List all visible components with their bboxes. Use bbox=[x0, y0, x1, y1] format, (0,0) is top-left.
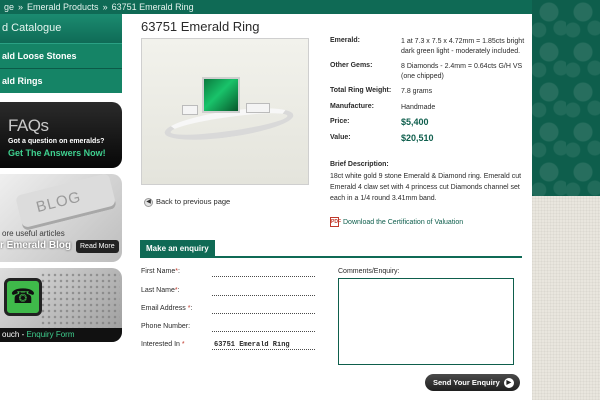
breadcrumb-separator: » bbox=[102, 2, 108, 12]
interested-in-input[interactable] bbox=[212, 341, 315, 350]
back-link-label: Back to previous page bbox=[156, 197, 231, 206]
breadcrumb-emerald-products[interactable]: Emerald Products bbox=[27, 2, 99, 12]
spec-value: 7.8 grams bbox=[401, 88, 433, 95]
phone-input[interactable] bbox=[212, 323, 315, 332]
spec-row-other-gems: Other Gems: 8 Diamonds - 2.4mm = 0.64cts… bbox=[330, 62, 525, 81]
breadcrumb-separator: » bbox=[18, 2, 24, 12]
blog-line-2: r Emerald Blog bbox=[0, 240, 72, 251]
enquiry-form-link[interactable]: Enquiry Form bbox=[26, 330, 74, 339]
ring-diamonds-right bbox=[246, 103, 270, 113]
contact-banner[interactable]: ☎ ouch - Enquiry Form bbox=[0, 268, 122, 342]
comments-label: Comments/Enquiry: bbox=[338, 268, 400, 275]
price-value: $5,400 bbox=[401, 117, 429, 127]
last-name-label: Last Name*: bbox=[141, 287, 180, 294]
product-photo[interactable] bbox=[141, 38, 309, 185]
faq-banner[interactable]: FAQs Got a question on emeralds? Get The… bbox=[0, 102, 122, 168]
catalogue-heading: d Catalogue bbox=[0, 14, 122, 43]
description-heading: Brief Description: bbox=[330, 161, 389, 168]
ring-diamonds-left bbox=[182, 105, 198, 115]
breadcrumb: ge» Emerald Products» 63751 Emerald Ring bbox=[0, 0, 532, 14]
first-name-input[interactable] bbox=[212, 268, 315, 277]
send-enquiry-button[interactable]: Send Your Enquiry ▶ bbox=[425, 374, 520, 391]
spec-row-emerald: Emerald: 1 at 7.3 x 7.5 x 4.72mm = 1.85c… bbox=[330, 37, 525, 56]
blog-key-text: BLOG bbox=[34, 188, 83, 217]
pdf-icon: PDF bbox=[330, 217, 341, 227]
comments-textarea[interactable] bbox=[338, 278, 514, 365]
blog-line-1: ore useful articles bbox=[2, 229, 65, 238]
phone-label: Phone Number: bbox=[141, 323, 191, 330]
first-name-label: First Name*: bbox=[141, 268, 180, 275]
sidebar-item-rings[interactable]: ald Rings bbox=[0, 68, 122, 93]
spec-label: Other Gems: bbox=[330, 62, 373, 69]
spec-label: Emerald: bbox=[330, 37, 360, 44]
spec-value: Handmade bbox=[401, 103, 436, 111]
emerald-stone bbox=[202, 77, 240, 113]
blog-banner[interactable]: BLOG ore useful articles r Emerald Blog … bbox=[0, 174, 122, 262]
certificate-link-label: Download the Certification of Valuation bbox=[343, 218, 464, 226]
spec-label: Manufacture: bbox=[330, 102, 374, 110]
spec-row-manufacture: Manufacture: Handmade bbox=[330, 103, 525, 113]
contact-strip: ouch - Enquiry Form bbox=[0, 328, 122, 342]
enquiry-heading: Make an enquiry bbox=[140, 240, 215, 257]
certificate-link[interactable]: PDF Download the Certification of Valuati… bbox=[330, 217, 463, 227]
read-more-button[interactable]: Read More bbox=[76, 240, 119, 253]
required-marker: * bbox=[187, 305, 191, 312]
send-enquiry-label: Send Your Enquiry bbox=[433, 378, 500, 387]
breadcrumb-home[interactable]: ge bbox=[4, 2, 14, 12]
faq-title: FAQs bbox=[8, 116, 49, 135]
sidebar: d Catalogue ald Loose Stones ald Rings bbox=[0, 14, 122, 93]
spec-row-weight: Total Ring Weight: 7.8 grams bbox=[330, 87, 525, 97]
keyboard-key-icon: BLOG bbox=[15, 174, 117, 232]
email-input[interactable] bbox=[212, 305, 315, 314]
required-marker: * bbox=[174, 287, 178, 294]
spec-label: Value: bbox=[330, 133, 351, 141]
spec-table: Emerald: 1 at 7.3 x 7.5 x 4.72mm = 1.85c… bbox=[330, 37, 525, 149]
contact-prefix: ouch - bbox=[2, 330, 27, 339]
spec-value: 8 Diamonds - 2.4mm = 0.64cts G/H VS (one… bbox=[401, 63, 523, 80]
arrow-right-icon: ▶ bbox=[503, 378, 514, 389]
email-label: Email Address *: bbox=[141, 305, 193, 312]
field-label-text: Phone Number bbox=[141, 323, 189, 330]
back-link[interactable]: ◀ Back to previous page bbox=[144, 197, 230, 207]
faq-question: Got a question on emeralds? bbox=[8, 138, 105, 145]
spec-row-price: Price: $5,400 bbox=[330, 117, 525, 128]
field-label-text: First Name bbox=[141, 268, 176, 275]
phone-icon: ☎ bbox=[4, 278, 42, 316]
spec-row-value: Value: $20,510 bbox=[330, 132, 525, 144]
damask-background bbox=[532, 0, 600, 196]
description-text: 18ct white gold 9 stone Emerald & Diamon… bbox=[330, 173, 522, 202]
valuation-value: $20,510 bbox=[401, 132, 434, 143]
field-label-text: Interested In bbox=[141, 341, 180, 348]
interested-in-label: Interested In * bbox=[141, 341, 185, 348]
sidebar-item-loose-stones[interactable]: ald Loose Stones bbox=[0, 43, 122, 68]
spec-value: 1 at 7.3 x 7.5 x 4.72mm = 1.85cts bright… bbox=[401, 38, 525, 55]
breadcrumb-current: 63751 Emerald Ring bbox=[111, 2, 194, 12]
page-title: 63751 Emerald Ring bbox=[141, 19, 260, 34]
field-label-text: Last Name bbox=[141, 287, 175, 294]
spec-label: Price: bbox=[330, 118, 350, 125]
keypad-pattern bbox=[40, 272, 120, 328]
linen-background bbox=[532, 196, 600, 400]
last-name-input[interactable] bbox=[212, 287, 315, 296]
field-label-text: Email Address bbox=[141, 305, 186, 312]
spec-label: Total Ring Weight: bbox=[330, 87, 392, 94]
required-marker: * bbox=[181, 341, 185, 348]
back-arrow-icon: ◀ bbox=[144, 197, 153, 207]
enquiry-divider bbox=[140, 256, 522, 258]
required-marker: * bbox=[175, 268, 178, 275]
faq-cta: Get The Answers Now! bbox=[8, 148, 106, 158]
